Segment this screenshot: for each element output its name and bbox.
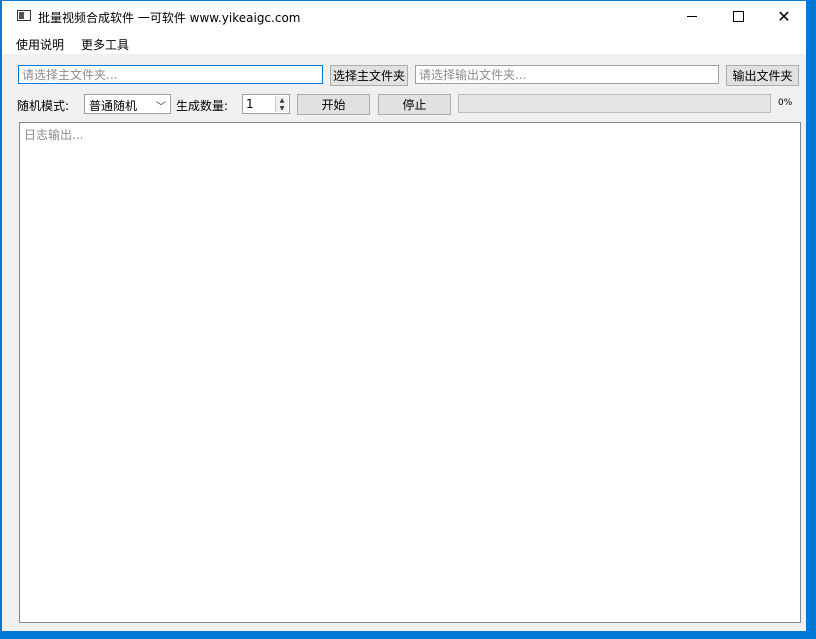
main-folder-input[interactable]: [18, 65, 323, 84]
minimize-icon: [687, 16, 697, 17]
close-button[interactable]: ✕: [761, 1, 807, 32]
close-icon: ✕: [777, 6, 791, 26]
start-button[interactable]: 开始: [297, 94, 370, 115]
random-mode-select[interactable]: 普通随机 ﹀: [84, 94, 171, 114]
output-folder-button[interactable]: 输出文件夹: [726, 65, 799, 86]
progress-percent: 0%: [778, 98, 793, 108]
maximize-button[interactable]: [715, 1, 761, 32]
stop-button[interactable]: 停止: [378, 94, 451, 115]
spin-up-icon[interactable]: ▲: [276, 96, 288, 104]
title-bar[interactable]: 批量视频合成软件 一可软件 www.yikeaigc.com ✕: [2, 1, 806, 32]
minimize-button[interactable]: [669, 1, 715, 32]
spin-arrows: ▲ ▼: [275, 96, 288, 112]
spin-down-icon[interactable]: ▼: [276, 104, 288, 112]
menu-bar: 使用说明 更多工具: [2, 32, 806, 54]
select-main-folder-button[interactable]: 选择主文件夹: [330, 65, 408, 86]
log-output[interactable]: [19, 122, 801, 623]
random-mode-label: 随机模式:: [17, 99, 70, 113]
menu-item-more-tools[interactable]: 更多工具: [81, 36, 129, 53]
count-label: 生成数量:: [176, 99, 229, 113]
chevron-down-icon: ﹀: [156, 102, 166, 113]
maximize-icon: [732, 11, 744, 22]
app-window: 批量视频合成软件 一可软件 www.yikeaigc.com ✕ 使用说明 更多…: [1, 0, 807, 632]
progress-bar: [458, 94, 771, 113]
menu-item-usage[interactable]: 使用说明: [16, 36, 64, 53]
count-spinbox[interactable]: 1 ▲ ▼: [242, 94, 290, 114]
app-window-icon: [17, 10, 31, 21]
window-title: 批量视频合成软件 一可软件 www.yikeaigc.com: [38, 11, 301, 25]
random-mode-value: 普通随机: [89, 99, 138, 113]
count-value: 1: [246, 97, 254, 111]
output-folder-input[interactable]: [415, 65, 719, 84]
